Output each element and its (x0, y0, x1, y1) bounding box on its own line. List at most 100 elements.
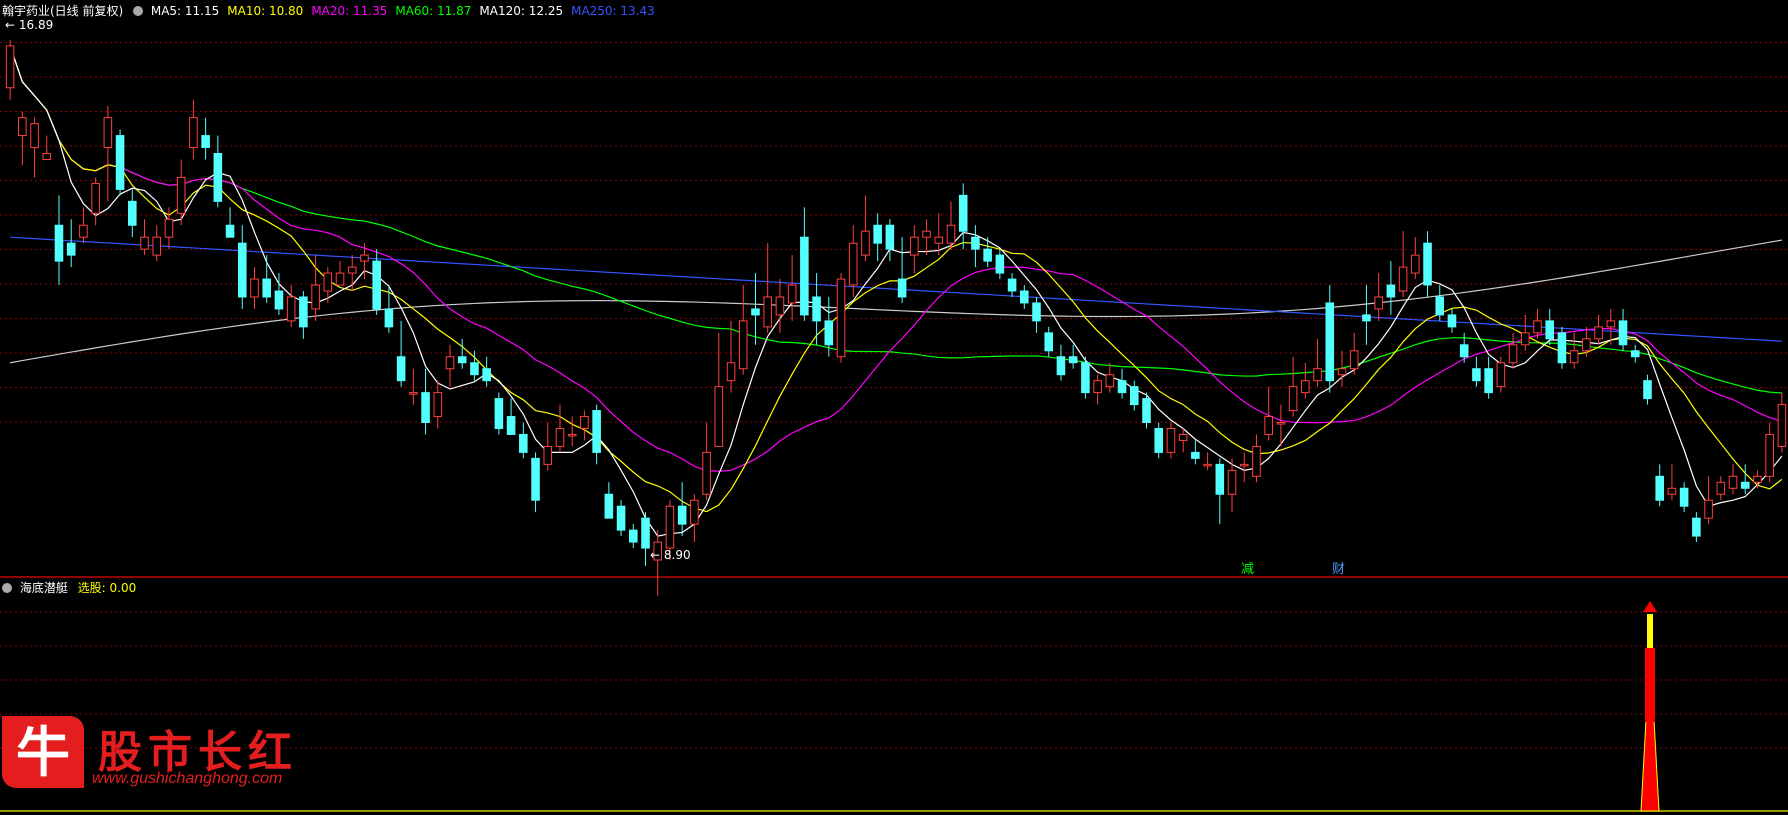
candle-body (1325, 302, 1335, 382)
indicator-header: 海底潜艇 选股: 0.00 (2, 579, 136, 596)
ma250-line (10, 236, 1782, 342)
candle-body (971, 236, 980, 250)
candle-body (1349, 350, 1359, 370)
watermark: 牛 股市长红 www.gushichanghong.com (2, 714, 302, 794)
high-marker: ← 16.89 (5, 18, 53, 32)
candle-body (66, 242, 76, 256)
candle-body (1435, 296, 1445, 316)
candle-body (1252, 445, 1261, 477)
watermark-url: www.gushichanghong.com (92, 770, 283, 787)
candle-body (958, 194, 968, 232)
candle-body (726, 362, 736, 382)
stock-chart[interactable]: ← 16.89 ← 8.90 减 财 (0, 0, 1788, 815)
candle-body (1337, 368, 1347, 376)
indicator-spike-arrow (1643, 601, 1657, 612)
candle-body (1667, 487, 1677, 495)
indicator-name[interactable]: 海底潜艇 (20, 581, 68, 595)
candle-body (372, 260, 381, 310)
candle-body (861, 230, 870, 256)
indicator-settings-icon[interactable] (2, 583, 12, 593)
candle-body (531, 457, 540, 501)
candle-body (1276, 422, 1286, 425)
event-marker-1[interactable]: 减 (1241, 562, 1254, 577)
candle-body (1582, 338, 1591, 352)
candle-body (115, 135, 125, 190)
candle-body (848, 242, 858, 286)
candle-body (543, 445, 553, 465)
candle-body (824, 320, 834, 346)
candle-body (445, 356, 455, 370)
candle-body (800, 236, 809, 316)
candle-body (79, 224, 88, 238)
stock-title[interactable]: 翰宇药业(日线 前复权) (2, 4, 123, 18)
candle-body (213, 153, 223, 202)
candle-body (1716, 481, 1726, 495)
grid-lines (0, 42, 1788, 749)
candle-body (384, 308, 394, 328)
candle-body (1166, 427, 1176, 453)
candle-body (604, 493, 614, 519)
watermark-badge: 牛 (2, 716, 84, 788)
candle-body (738, 320, 748, 370)
candle-body (1105, 374, 1115, 388)
candle-body (897, 278, 907, 298)
price-markers: ← 16.89 ← 8.90 减 财 (5, 18, 1345, 577)
candle-body (1020, 290, 1029, 304)
candle-body (763, 296, 772, 328)
candle-body (189, 117, 198, 149)
candle-body (1374, 296, 1383, 310)
ma-legend-item-3: MA60: 11.87 (395, 4, 472, 18)
indicator-spike-base (1640, 719, 1660, 812)
candle-body (1753, 475, 1762, 483)
candle-body (812, 296, 821, 322)
candle-body (396, 356, 406, 382)
candle-body (323, 272, 333, 292)
candle-body (1398, 266, 1408, 292)
candle-body (885, 224, 895, 250)
indicator-spike-bar (1645, 648, 1655, 722)
candle-body (665, 505, 675, 549)
candle-body (1215, 463, 1225, 495)
candle-body (1496, 362, 1506, 388)
candle-body (995, 254, 1005, 274)
candle-body (1068, 356, 1078, 364)
candle-body (176, 176, 186, 214)
candle-body (714, 386, 724, 447)
settings-icon[interactable] (133, 6, 144, 16)
candle-body (677, 505, 687, 525)
candle-body (433, 392, 443, 418)
candle-body (555, 427, 565, 447)
event-marker-2[interactable]: 财 (1332, 562, 1345, 577)
candle-body (1178, 433, 1188, 441)
candle-body (1239, 463, 1249, 467)
candle-body (262, 278, 272, 298)
candle-body (1447, 314, 1457, 328)
candle-body (1313, 368, 1322, 382)
candle-body (347, 266, 357, 274)
candle-body (42, 153, 52, 160)
candle-body (641, 517, 650, 549)
candle-body (1740, 481, 1750, 489)
candle-body (1362, 314, 1371, 322)
candle-body (1386, 284, 1396, 298)
candle-body (1044, 332, 1054, 352)
candle-body (1606, 320, 1616, 328)
low-marker: ← 8.90 (650, 548, 691, 562)
candle-body (1765, 433, 1774, 477)
candle-body (1301, 380, 1310, 394)
candle-body (983, 248, 992, 262)
ma-legend-item-5: MA250: 13.43 (571, 4, 655, 18)
candle-body (1704, 499, 1713, 519)
candle-body (836, 278, 846, 358)
candle-body (103, 117, 113, 149)
candle-body (1508, 344, 1518, 364)
candle-body (775, 296, 785, 316)
candle-body (1411, 254, 1420, 274)
candle-body (311, 284, 320, 310)
candle-body (494, 398, 504, 429)
candle-body (690, 499, 699, 525)
chart-header: 翰宇药业(日线 前复权) MA5: 11.15 MA10: 10.80 MA20: … (2, 2, 663, 19)
candle-body (934, 236, 944, 244)
candle-body (1777, 404, 1787, 447)
candle-body (1191, 451, 1200, 459)
